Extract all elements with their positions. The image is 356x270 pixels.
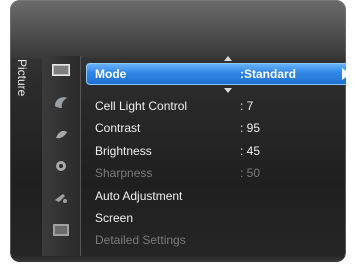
down-arrow-icon <box>224 88 232 93</box>
menu-row-label: Mode <box>95 67 127 81</box>
setup-icon[interactable] <box>51 158 71 174</box>
menu-row-label: Auto Adjustment <box>95 189 183 203</box>
menu-row-label: Cell Light Control <box>95 99 188 113</box>
up-arrow-icon <box>224 56 232 61</box>
sound-icon[interactable] <box>51 94 71 110</box>
menu-row-label: Brightness <box>95 144 152 158</box>
menu-row-sharpness: Sharpness : 50 <box>92 162 346 184</box>
menu-row-detailed-settings: Detailed Settings <box>92 229 346 251</box>
menu-row-value: : 95 <box>240 121 261 135</box>
tv-osd-menu: Picture Mode:Standard Cell Light Contro… <box>10 0 346 262</box>
category-icon-column <box>42 56 81 262</box>
picture-icon[interactable] <box>51 62 71 78</box>
menu-row-label: Detailed Settings <box>95 233 186 247</box>
menu-row-label: Screen <box>95 211 134 225</box>
menu-row-value: : 45 <box>240 144 261 158</box>
channel-icon[interactable] <box>51 126 71 142</box>
menu-row-contrast[interactable]: Contrast : 95 <box>92 117 346 139</box>
menu-row-auto-adjustment[interactable]: Auto Adjustment <box>92 185 346 207</box>
menu-row-brightness[interactable]: Brightness : 45 <box>92 140 346 162</box>
menu-section-title: Picture <box>15 59 29 97</box>
input-icon[interactable] <box>51 190 71 206</box>
menu-row-cell-light-control[interactable]: Cell Light Control : 7 <box>92 95 346 117</box>
menu-row-label: Contrast <box>95 121 141 135</box>
right-arrow-icon <box>342 68 346 80</box>
menu-row-value: : 50 <box>240 166 261 180</box>
menu-row-screen[interactable]: Screen <box>92 207 346 229</box>
picture-menu: Mode :Standard Cell Light Control : 7 Co… <box>86 56 346 262</box>
menu-row-value: :Standard <box>240 67 297 81</box>
menu-gloss <box>10 0 346 58</box>
menu-row-value: : 7 <box>240 99 254 113</box>
menu-bottom-strip <box>10 256 346 262</box>
menu-row-mode[interactable]: Mode :Standard <box>86 63 346 85</box>
application-icon[interactable] <box>51 222 71 238</box>
menu-row-label: Sharpness <box>95 166 153 180</box>
